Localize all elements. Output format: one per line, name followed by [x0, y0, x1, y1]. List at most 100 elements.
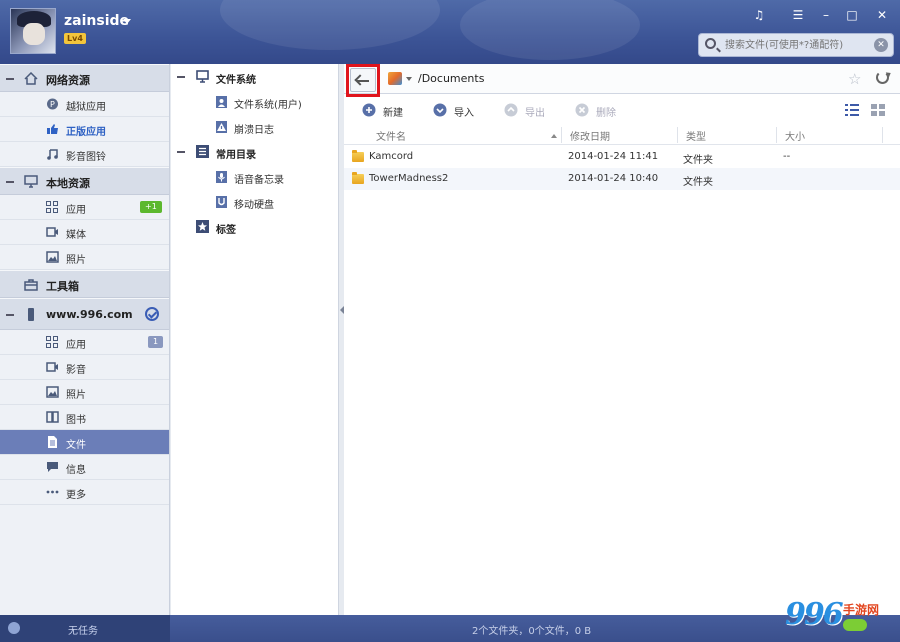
more-icon — [46, 490, 59, 494]
sidebar-item-label: 信息 — [66, 465, 86, 476]
sidebar-item-label: 媒体 — [66, 230, 86, 241]
collapse-icon[interactable] — [6, 314, 14, 316]
book-icon — [46, 411, 59, 423]
sidebar-item-local-photos[interactable]: 照片 — [0, 245, 169, 270]
sidebar-item-device-photos[interactable]: 照片 — [0, 380, 169, 405]
avatar[interactable] — [10, 8, 56, 54]
tree-node-common-dirs[interactable]: 常用目录 — [171, 140, 338, 165]
column-header-size[interactable]: 大小 — [785, 128, 805, 144]
sidebar: 网络资源 P 越狱应用 正版应用 影音图铃 本地资源 应用 +1 媒体 照片 工… — [0, 64, 170, 615]
sidebar-section-device[interactable]: www.996.com — [0, 298, 169, 330]
username[interactable]: zainside — [64, 13, 129, 29]
sidebar-item-local-media[interactable]: 媒体 — [0, 220, 169, 245]
path-field[interactable]: /Documents — [418, 72, 484, 85]
search-input[interactable] — [725, 37, 873, 53]
delete-label: 删除 — [596, 108, 616, 119]
chevron-down-icon[interactable] — [123, 19, 131, 24]
table-row[interactable]: Kamcord 2014-01-24 11:41 文件夹 -- — [344, 146, 900, 168]
update-count-badge: 1 — [148, 336, 164, 348]
drive-icon[interactable] — [388, 72, 402, 85]
sidebar-item-media-ringtones[interactable]: 影音图铃 — [0, 142, 169, 167]
tree-item-label: 移动硬盘 — [234, 200, 274, 211]
column-divider[interactable] — [677, 127, 678, 143]
file-date: 2014-01-24 10:40 — [568, 173, 659, 184]
sidebar-section-online[interactable]: 网络资源 — [0, 64, 169, 92]
list-view-icon[interactable] — [845, 104, 859, 116]
sidebar-item-official-apps[interactable]: 正版应用 — [0, 117, 169, 142]
video-icon — [46, 227, 58, 237]
collapse-icon[interactable] — [6, 78, 14, 80]
task-status[interactable]: 无任务 — [0, 615, 170, 642]
column-header-type[interactable]: 类型 — [686, 128, 706, 144]
sidebar-section-toolbox[interactable]: 工具箱 — [0, 270, 169, 298]
clear-search-button[interactable]: ✕ — [874, 38, 888, 52]
maximize-button[interactable]: □ — [843, 6, 861, 24]
download-icon — [8, 622, 20, 634]
collapse-icon[interactable] — [6, 181, 14, 183]
folder-icon — [352, 150, 364, 162]
new-label: 新建 — [383, 108, 403, 119]
device-name: www.996.com — [46, 308, 133, 321]
import-label: 导入 — [454, 108, 474, 119]
tree-item-voice-memos[interactable]: 语音备忘录 — [171, 165, 338, 190]
music-note-icon[interactable]: ♫ — [750, 6, 768, 24]
close-button[interactable]: ✕ — [873, 6, 891, 24]
column-divider[interactable] — [776, 127, 777, 143]
message-icon — [47, 462, 58, 472]
folder-summary: 2个文件夹，0个文件，0 B — [472, 626, 592, 637]
table-row[interactable]: TowerMadness2 2014-01-24 10:40 文件夹 — [344, 168, 900, 190]
collapse-icon[interactable] — [177, 151, 185, 153]
sidebar-item-device-files[interactable]: 文件 — [0, 430, 169, 455]
warning-icon — [216, 121, 227, 133]
column-header-name[interactable]: 文件名 — [376, 128, 406, 144]
delete-icon — [575, 103, 589, 117]
status-bar: 无任务 2个文件夹，0个文件，0 B — [0, 615, 900, 642]
apps-grid-icon — [46, 336, 59, 348]
tree-node-filesystem[interactable]: 文件系统 — [171, 65, 338, 90]
video-icon — [46, 362, 58, 372]
sidebar-item-device-books[interactable]: 图书 — [0, 405, 169, 430]
sidebar-item-jailbreak-apps[interactable]: P 越狱应用 — [0, 92, 169, 117]
new-folder-icon — [362, 103, 376, 117]
chevron-down-icon[interactable] — [406, 77, 412, 81]
connected-check-icon — [145, 307, 159, 321]
sidebar-item-label: 越狱应用 — [66, 102, 106, 113]
watermark-number: 996 — [785, 597, 844, 632]
photo-icon — [46, 386, 59, 398]
column-divider[interactable] — [882, 127, 883, 143]
sidebar-item-label: 文件 — [66, 440, 86, 451]
list-icon — [196, 145, 209, 158]
sidebar-item-label: 图书 — [66, 415, 86, 426]
refresh-icon[interactable] — [876, 71, 889, 84]
file-size: -- — [783, 151, 791, 162]
column-divider[interactable] — [561, 127, 562, 143]
column-header-date[interactable]: 修改日期 — [570, 128, 610, 144]
title-bar: zainside Lv4 ♫ ☰ – □ ✕ ✕ — [0, 0, 900, 64]
sidebar-item-device-media[interactable]: 影音 — [0, 355, 169, 380]
favorite-star-icon[interactable]: ☆ — [848, 70, 861, 88]
tree-item-crash-logs[interactable]: 崩溃日志 — [171, 115, 338, 140]
sidebar-item-label: 正版应用 — [66, 127, 106, 138]
collapse-icon[interactable] — [177, 76, 185, 78]
sidebar-item-label: 影音 — [66, 365, 86, 376]
folder-user-icon — [216, 96, 227, 108]
minimize-button[interactable]: – — [817, 6, 835, 24]
sidebar-item-device-apps[interactable]: 应用 1 — [0, 330, 169, 355]
photo-icon — [46, 251, 59, 263]
sidebar-section-local[interactable]: 本地资源 — [0, 167, 169, 195]
file-name: Kamcord — [369, 151, 414, 162]
sidebar-item-device-messages[interactable]: 信息 — [0, 455, 169, 480]
folder-tree: 文件系统 文件系统(用户) 崩溃日志 常用目录 语音备忘录 移动硬盘 标签 — [171, 64, 339, 615]
folder-icon — [352, 172, 364, 184]
grid-view-icon[interactable] — [871, 104, 885, 116]
watermark-logo: 996 手游网 — [785, 597, 895, 639]
sidebar-item-label: 照片 — [66, 390, 86, 401]
cloud-home-icon — [24, 72, 38, 85]
tree-node-tags[interactable]: 标签 — [171, 215, 338, 240]
sidebar-item-device-more[interactable]: 更多 — [0, 480, 169, 505]
tree-item-mobile-drive[interactable]: 移动硬盘 — [171, 190, 338, 215]
tree-item-user-filesystem[interactable]: 文件系统(用户) — [171, 90, 338, 115]
menu-icon[interactable]: ☰ — [789, 6, 807, 24]
sidebar-item-local-apps[interactable]: 应用 +1 — [0, 195, 169, 220]
tree-item-label: 语音备忘录 — [234, 175, 284, 186]
